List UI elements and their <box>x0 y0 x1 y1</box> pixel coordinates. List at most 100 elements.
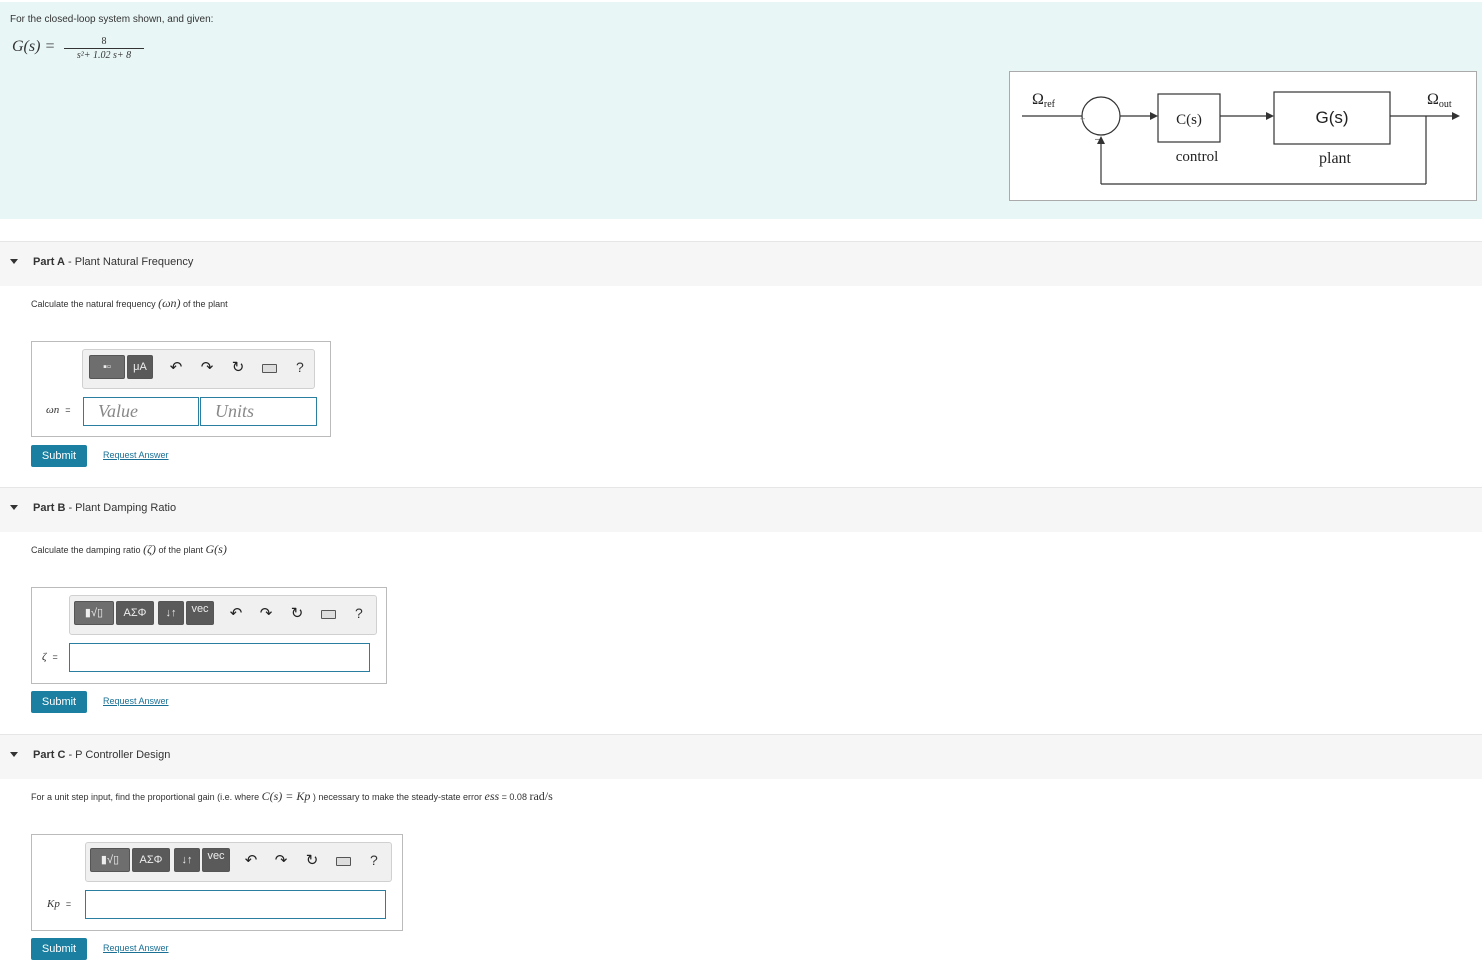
part-c-title: Part C - P Controller Design <box>33 749 170 761</box>
formula-denominator: s²+ 1.02 s+ 8 <box>76 50 132 61</box>
keyboard-icon[interactable] <box>336 857 351 866</box>
collapse-caret-icon[interactable] <box>10 752 18 757</box>
part-a-prompt-math: (ωn) <box>158 296 181 310</box>
units-placeholder: Units <box>215 401 255 421</box>
part-c-toolbar: ▮√▯ ΑΣΦ ↓↑ vec ↶ ↷ ↻ ? <box>85 842 392 882</box>
input-omega: Ω <box>1032 91 1044 108</box>
help-icon[interactable]: ? <box>370 852 378 868</box>
part-b-answer-box: ▮√▯ ΑΣΦ ↓↑ vec ↶ ↷ ↻ ? ζ = <box>31 587 387 684</box>
keyboard-icon[interactable] <box>262 364 277 373</box>
part-a-header[interactable]: Part A - Plant Natural Frequency <box>0 241 1482 286</box>
part-b-title: Part B - Plant Damping Ratio <box>33 502 176 514</box>
units-button[interactable]: μA <box>127 355 153 379</box>
part-a-title: Part A - Plant Natural Frequency <box>33 256 193 268</box>
greek-button[interactable]: ΑΣΦ <box>116 601 154 625</box>
damping-ratio-input[interactable] <box>69 643 370 672</box>
redo-icon[interactable]: ↷ <box>198 359 216 377</box>
collapse-caret-icon[interactable] <box>10 505 18 510</box>
undo-icon[interactable]: ↶ <box>227 605 245 623</box>
output-sub: out <box>1439 99 1452 110</box>
part-c-header[interactable]: Part C - P Controller Design <box>0 734 1482 779</box>
template-button[interactable]: ▮√▯ <box>90 848 130 872</box>
intro-text: For the closed-loop system shown, and gi… <box>10 14 214 25</box>
part-c-answer-box: ▮√▯ ΑΣΦ ↓↑ vec ↶ ↷ ↻ ? Kp = <box>31 834 403 931</box>
redo-icon[interactable]: ↷ <box>272 852 290 870</box>
help-icon[interactable]: ? <box>296 359 304 375</box>
part-b-toolbar: ▮√▯ ΑΣΦ ↓↑ vec ↶ ↷ ↻ ? <box>69 595 377 635</box>
part-c-equals: = <box>65 899 72 909</box>
units-input[interactable]: Units <box>200 397 317 426</box>
undo-icon[interactable]: ↶ <box>167 359 185 377</box>
part-c-prompt-math2: ess <box>484 789 500 803</box>
formula-numerator: 8 <box>64 36 144 49</box>
part-a-answer-box: ▪▫ μA ↶ ↷ ↻ ? ωn = Value Units <box>31 341 331 437</box>
part-c-prompt: For a unit step input, find the proporti… <box>31 789 553 804</box>
part-b-name: - Plant Damping Ratio <box>65 502 177 514</box>
part-b-variable: ζ = <box>42 651 58 663</box>
part-c-submit-button[interactable]: Submit <box>31 938 87 960</box>
part-a-equals: = <box>65 405 71 415</box>
part-b-prompt-mid: of the plant <box>155 545 206 555</box>
part-b-var-symbol: ζ <box>42 651 47 663</box>
plant-caption: plant <box>1319 150 1352 167</box>
input-sub: ref <box>1044 99 1056 110</box>
undo-icon[interactable]: ↶ <box>242 852 260 870</box>
formula-fraction: 8 s²+ 1.02 s+ 8 <box>64 36 144 61</box>
part-b-request-answer-link[interactable]: Request Answer <box>103 696 169 706</box>
vector-button[interactable]: vec <box>202 848 230 872</box>
value-placeholder: Value <box>98 401 138 421</box>
output-omega: Ω <box>1427 91 1439 108</box>
summing-junction <box>1081 96 1121 136</box>
part-a-request-answer-link[interactable]: Request Answer <box>103 450 169 460</box>
subscript-button[interactable]: ↓↑ <box>174 848 200 872</box>
plant-label: G(s) <box>1315 108 1348 127</box>
part-a-toolbar: ▪▫ μA ↶ ↷ ↻ ? <box>82 349 315 389</box>
controller-caption: control <box>1176 149 1219 165</box>
part-b-prompt-text: Calculate the damping ratio <box>31 545 144 555</box>
template-button[interactable]: ▮√▯ <box>74 601 114 625</box>
part-b-label: Part B <box>33 502 66 514</box>
proportional-gain-input[interactable] <box>85 890 386 919</box>
reset-icon[interactable]: ↻ <box>229 359 247 377</box>
part-b-header[interactable]: Part B - Plant Damping Ratio <box>0 487 1482 532</box>
part-a-prompt: Calculate the natural frequency (ωn) of … <box>31 296 228 311</box>
part-b-prompt-math: (ζ) <box>143 542 156 556</box>
part-a-prompt-text: Calculate the natural frequency <box>31 299 159 309</box>
subscript-button[interactable]: ↓↑ <box>158 601 184 625</box>
part-c-prompt-value: = 0.08 <box>499 792 530 802</box>
block-diagram-svg: + – C(s) control G(s) plant Ωref Ωout <box>1022 91 1460 185</box>
part-a-name: - Plant Natural Frequency <box>65 256 194 268</box>
part-b-submit-button[interactable]: Submit <box>31 691 87 713</box>
part-c-label: Part C <box>33 749 66 761</box>
part-a-submit-button[interactable]: Submit <box>31 445 87 467</box>
output-label: Ωout <box>1427 91 1452 110</box>
keyboard-icon[interactable] <box>321 610 336 619</box>
problem-intro: For the closed-loop system shown, and gi… <box>0 2 1482 219</box>
part-c-prompt-mid: ) necessary to make the steady-state err… <box>310 792 485 802</box>
reset-icon[interactable]: ↻ <box>288 605 306 623</box>
collapse-caret-icon[interactable] <box>10 259 18 264</box>
part-a-prompt-end: of the plant <box>180 299 228 309</box>
part-c-prompt-text: For a unit step input, find the proporti… <box>31 792 262 802</box>
plus-sign: + <box>1080 114 1085 124</box>
part-b-equals: = <box>52 652 58 662</box>
controller-label: C(s) <box>1176 112 1202 128</box>
redo-icon[interactable]: ↷ <box>257 605 275 623</box>
input-label: Ωref <box>1032 91 1056 110</box>
help-icon[interactable]: ? <box>355 605 363 621</box>
part-a-var-symbol: ωn <box>46 404 60 416</box>
part-c-name: - P Controller Design <box>65 749 171 761</box>
vector-button[interactable]: vec <box>186 601 214 625</box>
part-b-prompt-math2: G(s) <box>205 542 227 556</box>
part-c-prompt-math: C(s) = Kp <box>261 789 311 803</box>
part-c-variable: Kp = <box>47 898 71 910</box>
value-input[interactable]: Value <box>83 397 199 426</box>
part-b-prompt: Calculate the damping ratio (ζ) of the p… <box>31 542 227 557</box>
reset-icon[interactable]: ↻ <box>303 852 321 870</box>
part-a-variable: ωn = <box>46 404 71 416</box>
part-a-label: Part A <box>33 256 65 268</box>
greek-button[interactable]: ΑΣΦ <box>132 848 170 872</box>
part-c-var-symbol: Kp <box>47 898 60 910</box>
part-c-request-answer-link[interactable]: Request Answer <box>103 943 169 953</box>
template-button[interactable]: ▪▫ <box>89 355 125 379</box>
